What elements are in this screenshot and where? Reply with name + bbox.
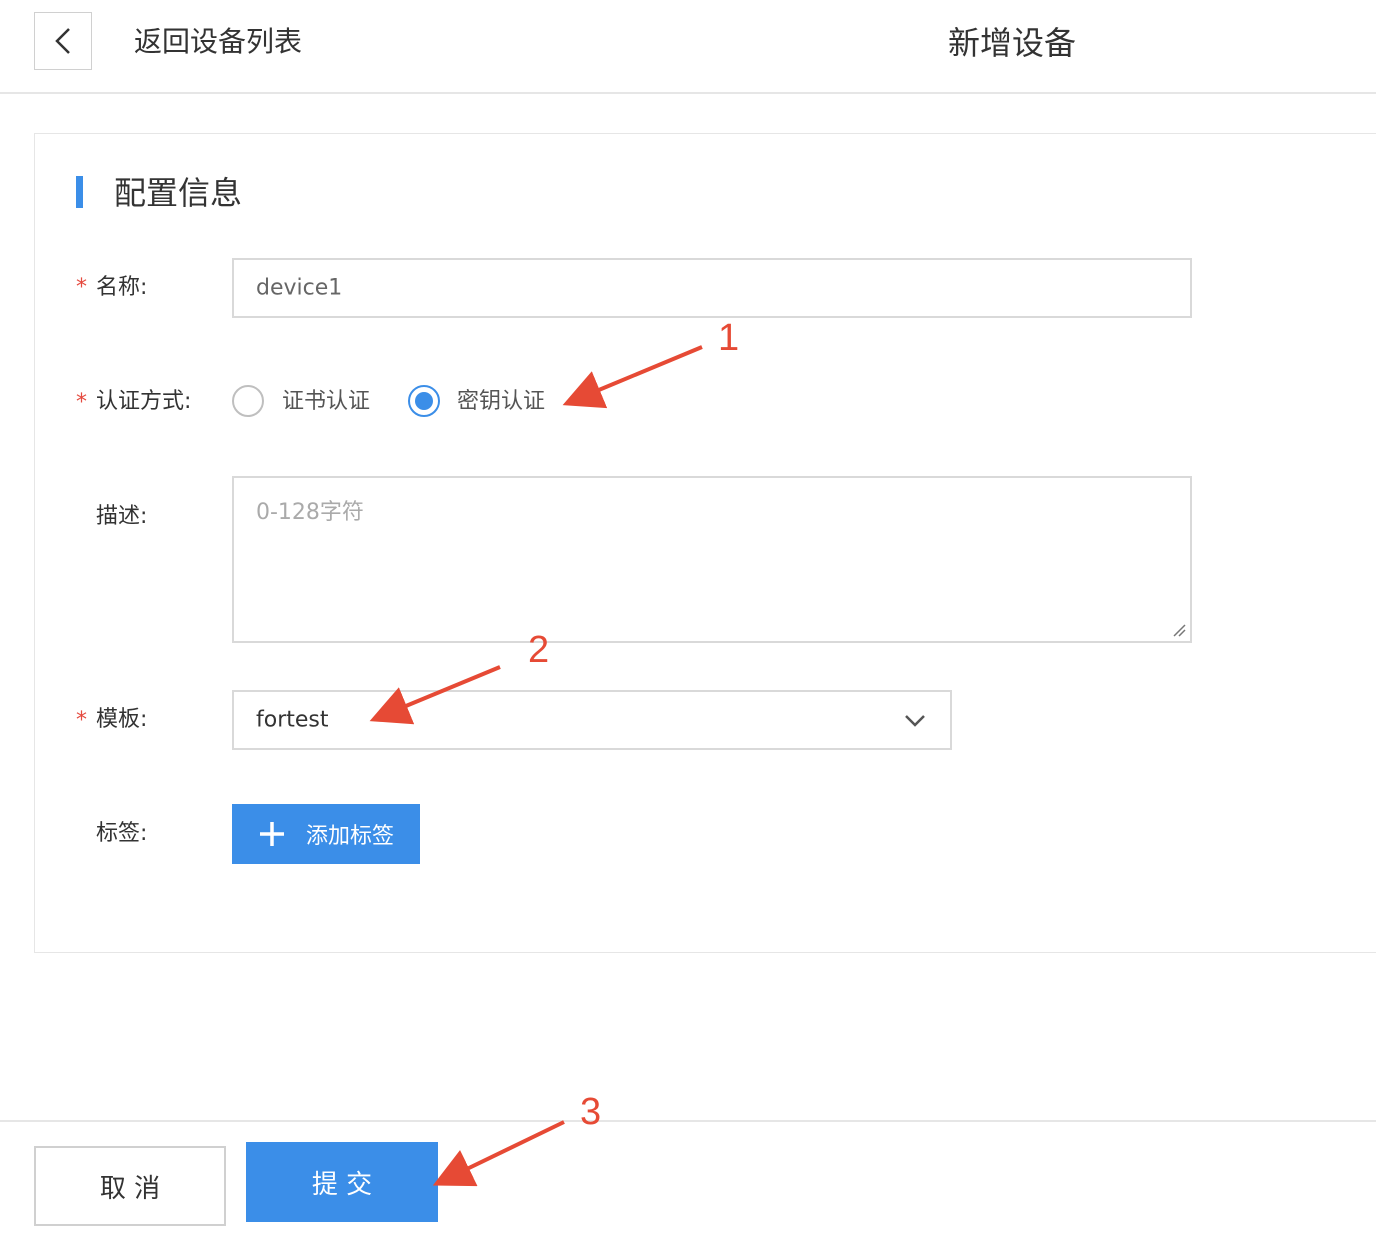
annotation-number-1: 1 <box>718 317 740 359</box>
annotation-arrow-1 <box>562 345 703 409</box>
annotation-number-3: 3 <box>580 1091 602 1133</box>
annotation-arrows <box>369 345 703 1187</box>
annotation-number-2: 2 <box>528 629 550 671</box>
annotation-arrow-3 <box>432 1120 565 1187</box>
annotation-arrow-2 <box>369 665 501 725</box>
